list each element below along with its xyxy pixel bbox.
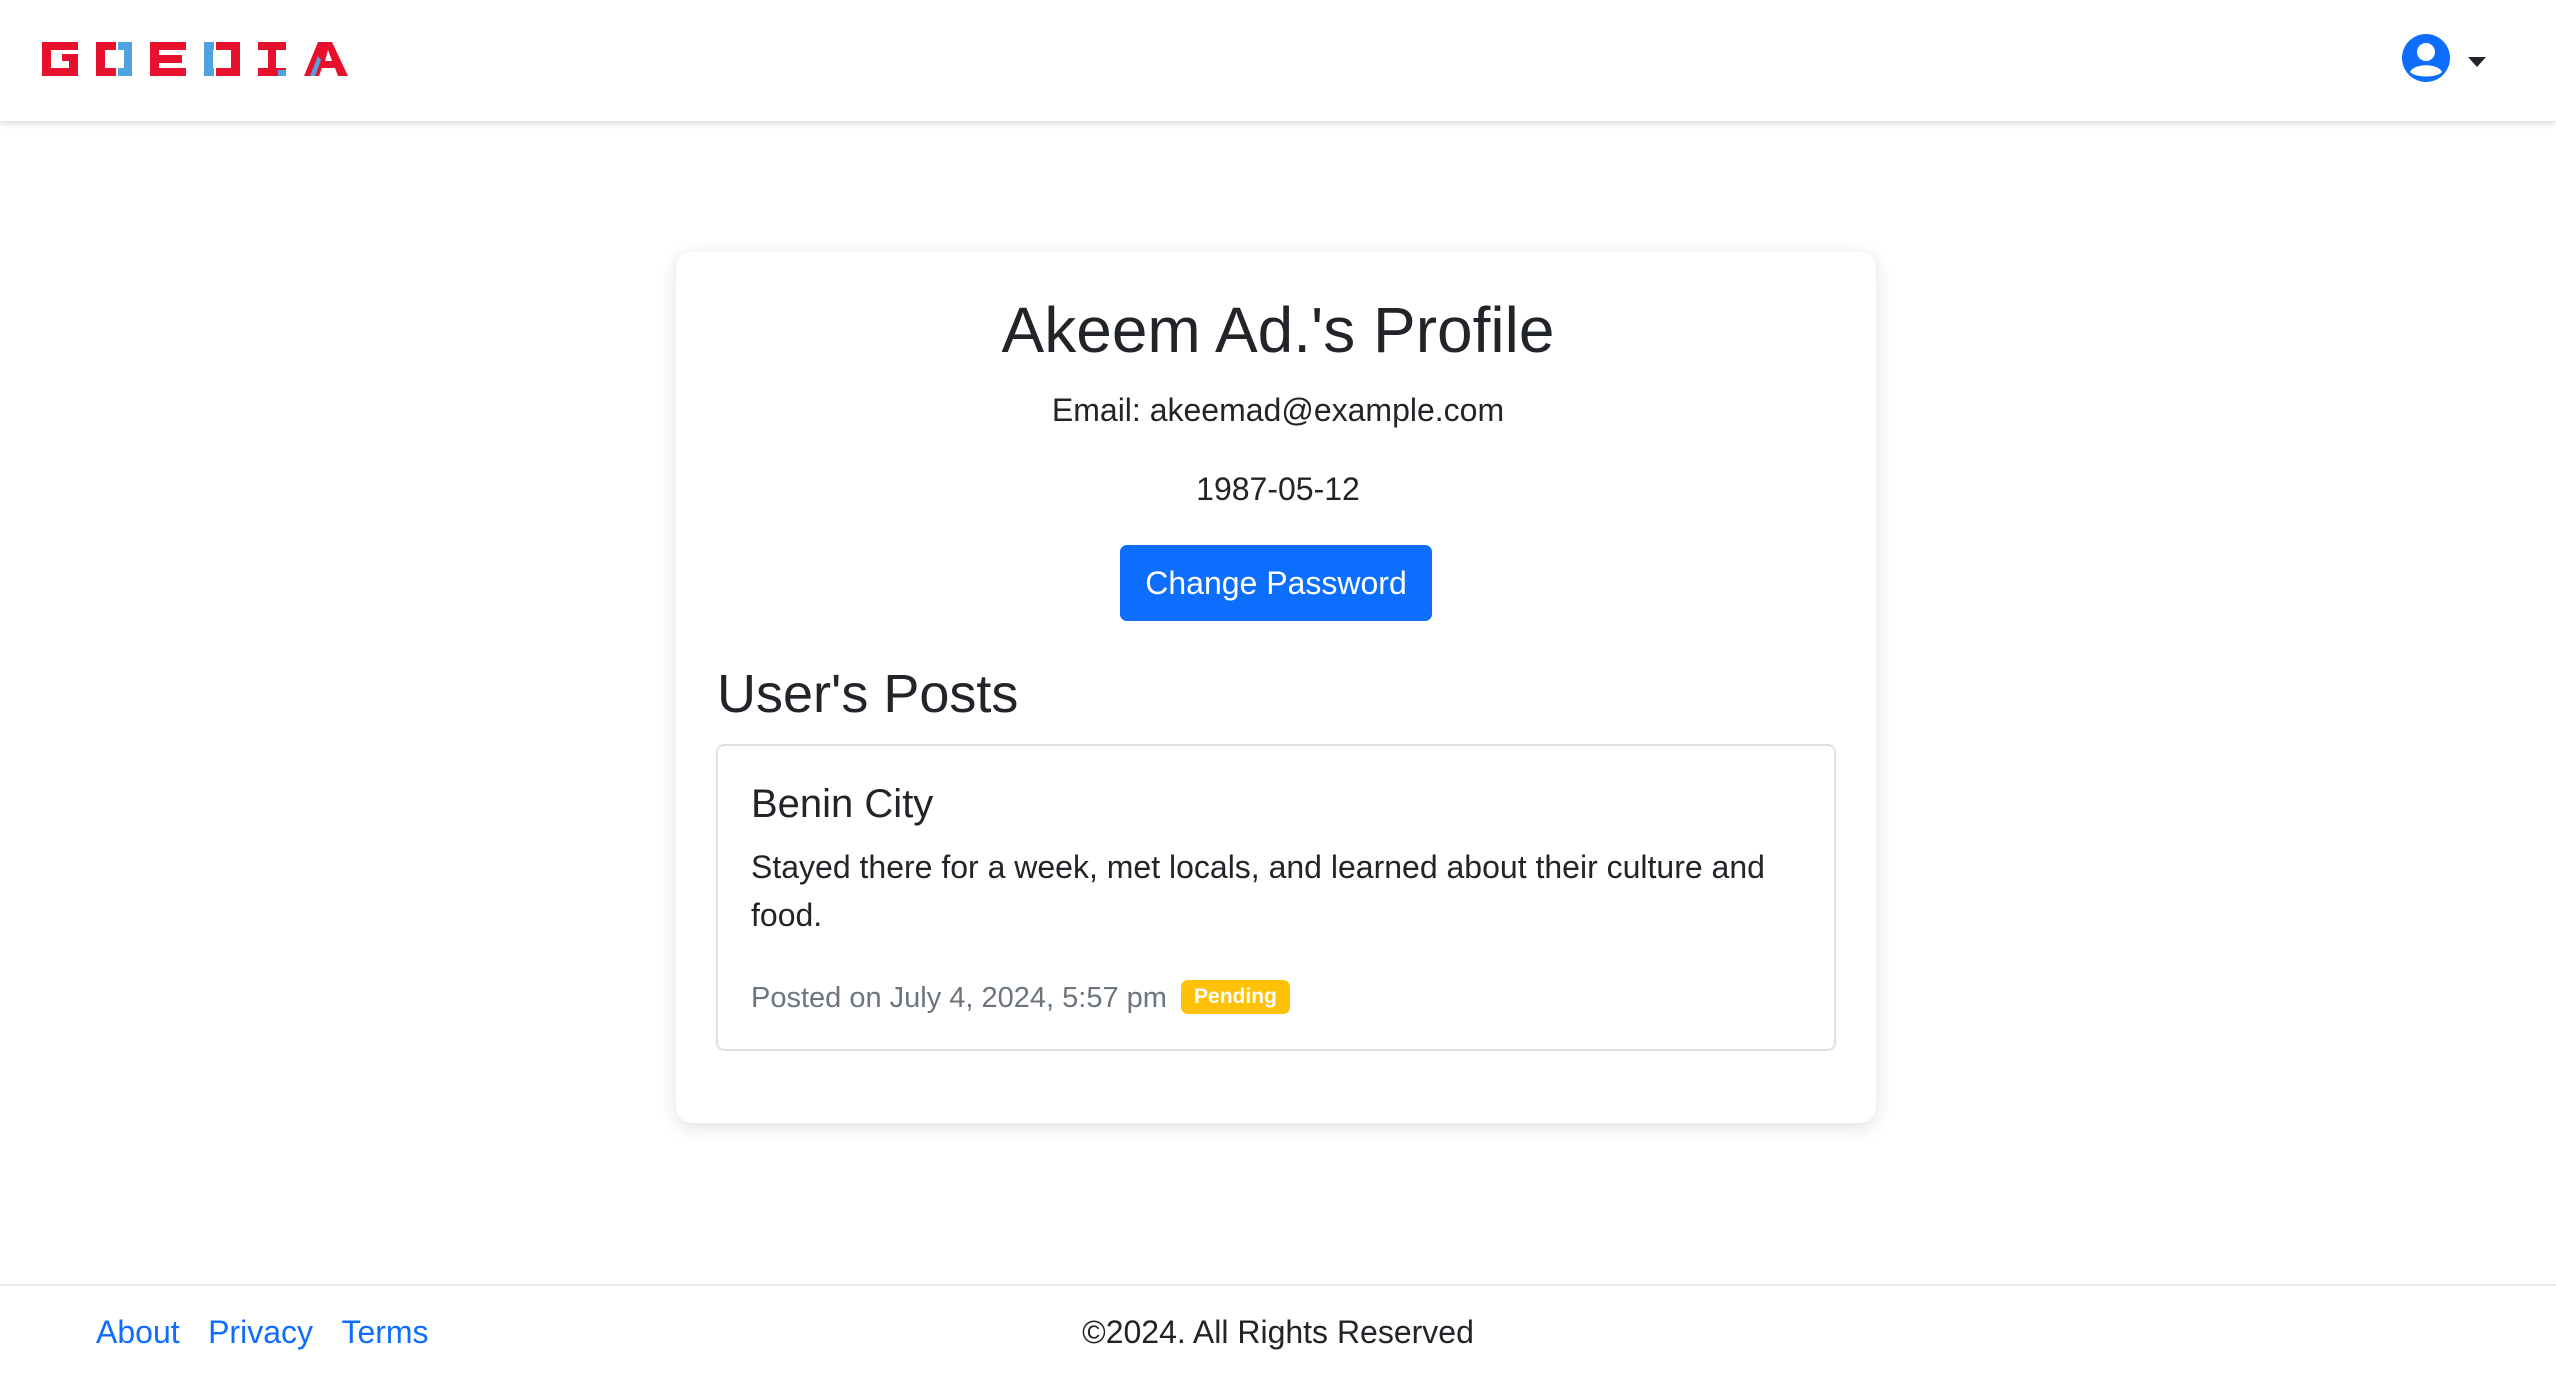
user-menu-toggle[interactable] — [2400, 32, 2490, 86]
copyright-text: ©2024. All Rights Reserved — [1082, 1314, 1474, 1350]
profile-title: Akeem Ad.'s Profile — [1001, 294, 1555, 366]
brand-logo-graphic — [42, 42, 348, 76]
post-title: Benin City — [751, 782, 934, 826]
change-password-button[interactable]: Change Password — [1120, 545, 1432, 621]
user-circle-icon — [2402, 34, 2450, 82]
post-timestamp: Posted on July 4, 2024, 5:57 pm — [751, 982, 1167, 1014]
post-card: Benin City Stayed there for a week, met … — [716, 744, 1836, 1051]
status-badge: Pending — [1181, 980, 1290, 1015]
page-footer: About Privacy Terms ©2024. All Rights Re… — [0, 1284, 2556, 1376]
caret-down-icon — [2468, 57, 2486, 67]
post-body: Stayed there for a week, met locals, and… — [751, 849, 1765, 933]
profile-birthdate: 1987-05-12 — [1196, 471, 1360, 507]
brand-logo[interactable] — [38, 34, 358, 84]
posts-heading: User's Posts — [717, 664, 1019, 724]
profile-email: Email: akeemad@example.com — [1051, 392, 1505, 428]
top-navbar — [0, 0, 2556, 122]
post-meta: Posted on July 4, 2024, 5:57 pm Pending — [751, 978, 1290, 1018]
